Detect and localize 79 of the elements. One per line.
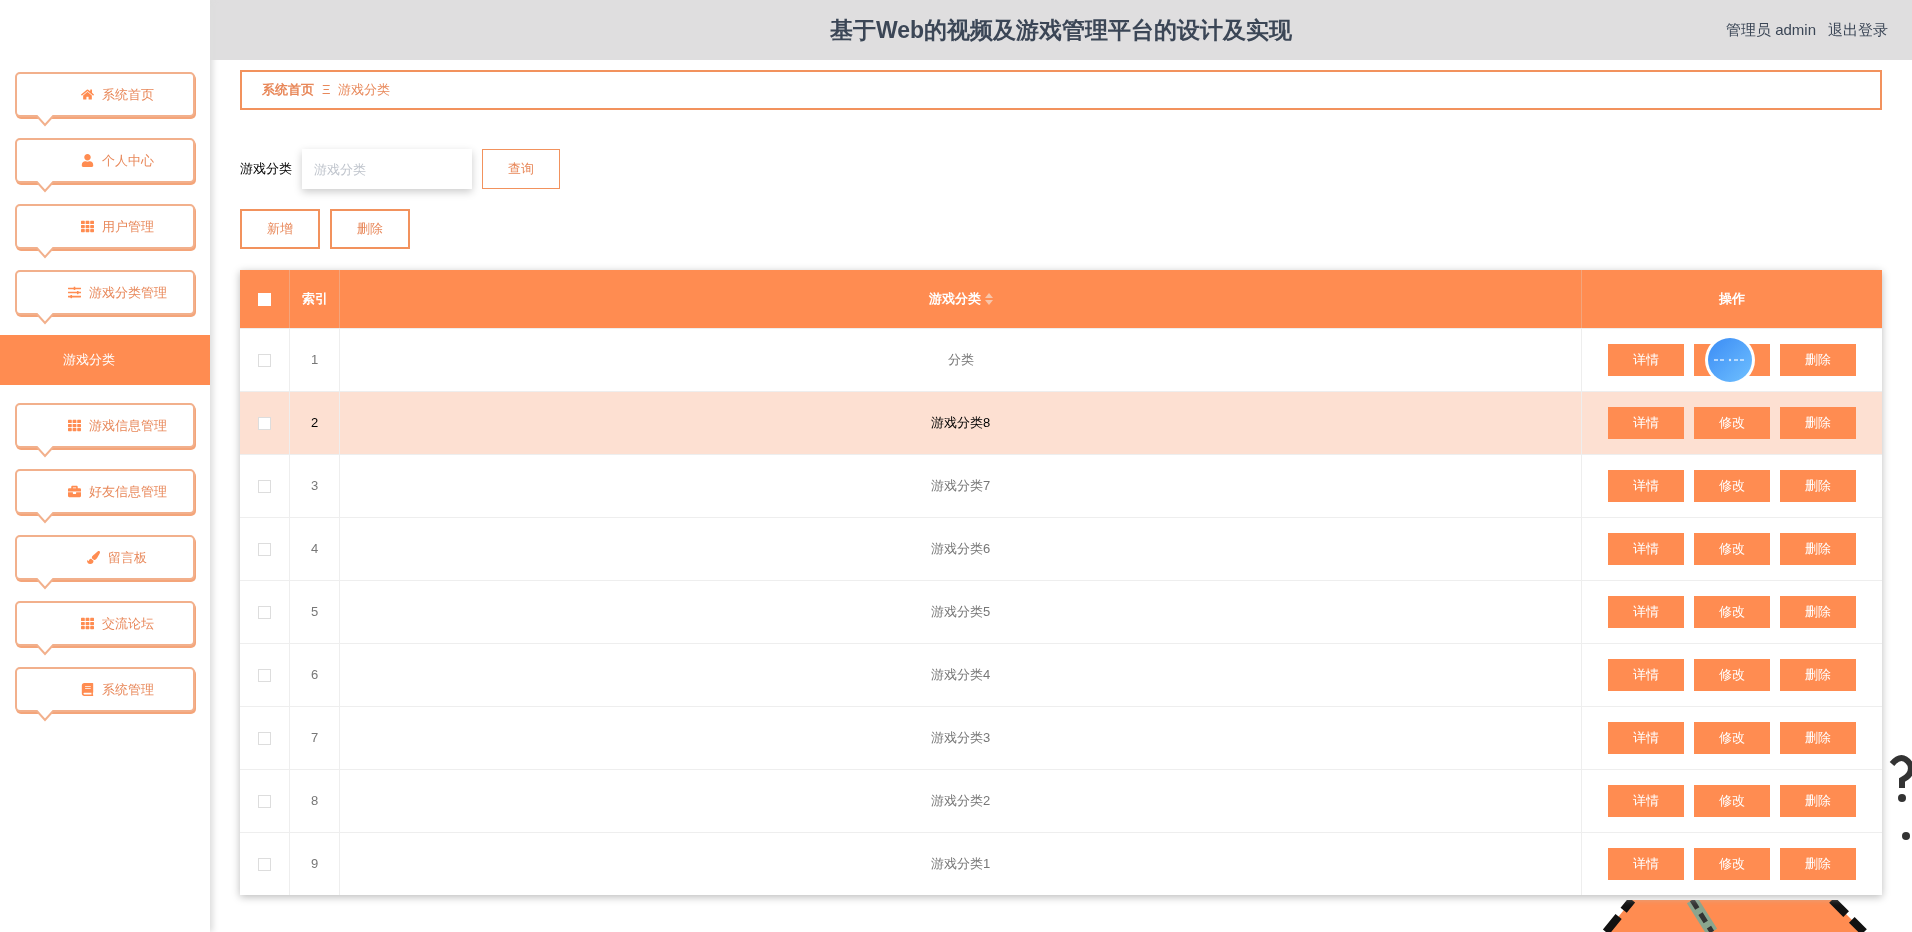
row-checkbox[interactable]: [258, 794, 271, 808]
action-button[interactable]: 详情: [1608, 533, 1684, 565]
column-header: 操作: [1718, 290, 1746, 309]
bubble-tail: [35, 247, 55, 259]
action-button[interactable]: 修改: [1694, 533, 1770, 565]
action-button[interactable]: 详情: [1608, 596, 1684, 628]
table-row[interactable]: 2 游戏分类8 详情 修改 删除: [240, 391, 1882, 454]
bubble-tail: [35, 644, 55, 656]
table-row[interactable]: 8 游戏分类2 详情 修改 删除: [240, 769, 1882, 832]
bubble-tail: [35, 181, 55, 193]
action-button[interactable]: 详情: [1608, 407, 1684, 439]
toolbar-button[interactable]: 新增: [240, 209, 320, 249]
grid-icon: [80, 617, 94, 630]
action-button[interactable]: 删除: [1780, 596, 1856, 628]
bubble-tail: [35, 512, 55, 524]
sliders-icon: [67, 286, 81, 299]
action-button[interactable]: 详情: [1608, 722, 1684, 754]
search-button[interactable]: 查询: [482, 149, 560, 189]
table-row[interactable]: 3 游戏分类7 详情 修改 删除: [240, 454, 1882, 517]
action-button[interactable]: 删除: [1780, 785, 1856, 817]
row-checkbox[interactable]: [258, 542, 271, 556]
table-row[interactable]: 6 游戏分类4 详情 修改 删除: [240, 643, 1882, 706]
home-icon: [80, 88, 94, 101]
action-button[interactable]: 详情: [1608, 344, 1684, 376]
action-button[interactable]: 详情: [1608, 848, 1684, 880]
row-checkbox[interactable]: [258, 857, 271, 871]
action-button[interactable]: 删除: [1780, 470, 1856, 502]
bubble-tail: [35, 578, 55, 590]
sort-icon: [984, 293, 993, 305]
bubble-tail: [35, 313, 55, 325]
breadcrumb-link[interactable]: 系统首页: [262, 80, 314, 100]
user-icon: [80, 154, 94, 167]
book-icon: [80, 683, 94, 696]
search-field[interactable]: 游戏分类: [302, 149, 472, 189]
brush-icon: [87, 551, 100, 564]
table-row[interactable]: 7 游戏分类3 详情 修改 删除: [240, 706, 1882, 769]
row-checkbox[interactable]: [258, 731, 271, 745]
action-button[interactable]: 修改: [1694, 785, 1770, 817]
action-button[interactable]: 修改: [1694, 470, 1770, 502]
action-button[interactable]: 详情: [1608, 785, 1684, 817]
action-button[interactable]: 删除: [1780, 722, 1856, 754]
bubble-tail: [35, 710, 55, 722]
action-button[interactable]: 修改: [1694, 659, 1770, 691]
action-button[interactable]: 删除: [1780, 533, 1856, 565]
row-checkbox[interactable]: [258, 353, 271, 367]
action-button[interactable]: 修改: [1694, 722, 1770, 754]
row-checkbox[interactable]: [258, 416, 271, 430]
logout-link[interactable]: 退出登录: [1828, 18, 1888, 42]
action-button[interactable]: 修改: [1694, 596, 1770, 628]
action-button[interactable]: 删除: [1780, 659, 1856, 691]
bubble-tail: [35, 115, 55, 127]
row-checkbox[interactable]: [258, 668, 271, 682]
page-title: 基于Web的视频及游戏管理平台的设计及实现: [829, 15, 1293, 45]
select-all-checkbox[interactable]: [258, 292, 271, 306]
action-button[interactable]: 删除: [1780, 407, 1856, 439]
table-row[interactable]: 4 游戏分类6 详情 修改 删除: [240, 517, 1882, 580]
table-cell: 9: [290, 833, 340, 895]
table-row[interactable]: 1 分类 详情 删除: [240, 328, 1882, 391]
sidebar-subitem[interactable]: 游戏分类: [0, 335, 210, 385]
breadcrumb-separator: Ξ: [322, 81, 331, 100]
action-button[interactable]: 修改: [1694, 407, 1770, 439]
table-row[interactable]: 5 游戏分类5 详情 修改 删除: [240, 580, 1882, 643]
user-label: 管理员 admin: [1725, 19, 1816, 40]
action-button[interactable]: 删除: [1780, 848, 1856, 880]
action-button[interactable]: 删除: [1780, 344, 1856, 376]
bubble-tail: [35, 446, 55, 458]
grid-icon: [80, 220, 94, 233]
grid-icon: [67, 419, 81, 432]
action-button[interactable]: 详情: [1608, 659, 1684, 691]
row-checkbox[interactable]: [258, 479, 271, 493]
table-row[interactable]: 9 游戏分类1 详情 修改 删除: [240, 832, 1882, 895]
action-button[interactable]: 详情: [1608, 470, 1684, 502]
briefcase-icon: [67, 485, 81, 498]
search-label: 游戏分类: [240, 160, 292, 179]
breadcrumb-link[interactable]: 游戏分类: [338, 80, 391, 100]
action-button[interactable]: 修改: [1694, 848, 1770, 880]
row-checkbox[interactable]: [258, 605, 271, 619]
toolbar-button[interactable]: 删除: [330, 209, 410, 249]
table-cell: 游戏分类1: [340, 833, 1582, 895]
